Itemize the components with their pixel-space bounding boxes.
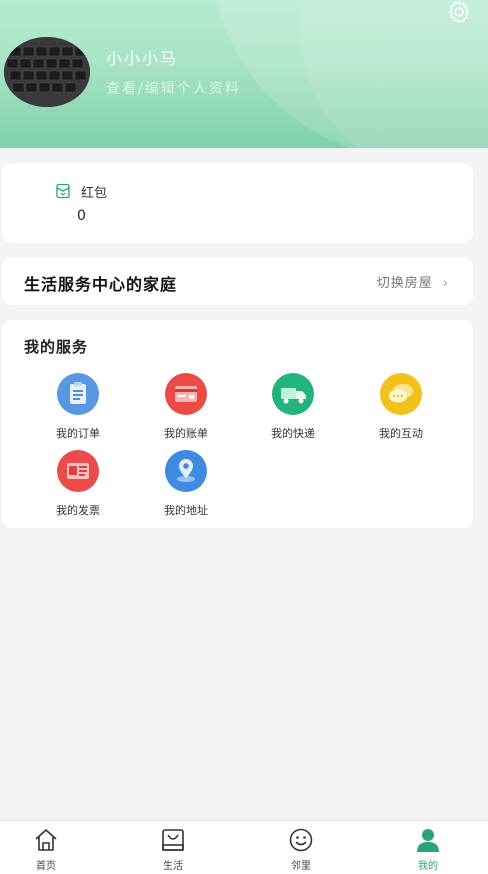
switch-house-button[interactable]: 切换房屋 ›	[377, 272, 449, 291]
service-address[interactable]: 我的地址	[146, 450, 226, 520]
shopping-bag-icon	[162, 829, 184, 851]
service-orders[interactable]: 我的订单	[38, 373, 118, 443]
tab-label: 我的	[418, 861, 438, 872]
home-title: 生活服务中心的家庭	[24, 275, 178, 294]
user-icon	[417, 829, 439, 852]
settings-gear-icon[interactable]	[446, 0, 472, 25]
service-label: 我的地址	[164, 504, 208, 517]
smile-icon	[289, 828, 313, 852]
tab-home[interactable]: 首页	[16, 827, 76, 872]
home-icon	[35, 829, 57, 851]
username: 小小小马	[106, 49, 179, 68]
service-label: 我的账单	[164, 427, 208, 440]
bottom-tab-bar: 首页 生活 邻里 我的	[0, 820, 488, 874]
service-label: 我的互动	[379, 427, 423, 440]
service-bills[interactable]: 我的账单	[146, 373, 226, 443]
location-icon	[165, 450, 207, 492]
red-packet-card[interactable]: 红包 0	[2, 163, 473, 243]
service-label: 我的快递	[271, 427, 315, 440]
edit-profile-link[interactable]: 查看/编辑个人资料	[106, 78, 241, 98]
services-card: 我的服务 我的订单 我的账单 我的快递 我的互动 我的发票 我的地址	[2, 320, 473, 528]
bill-icon	[165, 373, 207, 415]
chevron-right-icon: ›	[442, 276, 449, 291]
tab-label: 生活	[163, 861, 183, 872]
service-delivery[interactable]: 我的快递	[253, 373, 333, 443]
tab-mine[interactable]: 我的	[398, 827, 458, 872]
service-label: 我的订单	[56, 427, 100, 440]
service-invoices[interactable]: 我的发票	[38, 450, 118, 520]
switch-house-label: 切换房屋	[376, 276, 433, 291]
tab-neighbors[interactable]: 邻里	[271, 827, 331, 872]
red-packet-icon	[55, 183, 71, 199]
service-label: 我的发票	[56, 504, 100, 517]
tab-label: 首页	[36, 861, 56, 872]
invoice-icon	[57, 450, 99, 492]
home-card: 生活服务中心的家庭 切换房屋 ›	[2, 257, 473, 305]
red-packet-label: 红包	[81, 186, 108, 201]
tab-label: 邻里	[291, 861, 311, 872]
tab-life[interactable]: 生活	[143, 827, 203, 872]
profile-header: 小小小马 查看/编辑个人资料	[0, 0, 488, 148]
services-title: 我的服务	[24, 338, 89, 356]
red-packet-value: 0	[77, 208, 86, 224]
chat-icon	[380, 373, 422, 415]
delivery-icon	[272, 373, 314, 415]
service-interactions[interactable]: 我的互动	[361, 373, 441, 443]
avatar[interactable]	[4, 37, 90, 107]
order-icon	[57, 373, 99, 415]
